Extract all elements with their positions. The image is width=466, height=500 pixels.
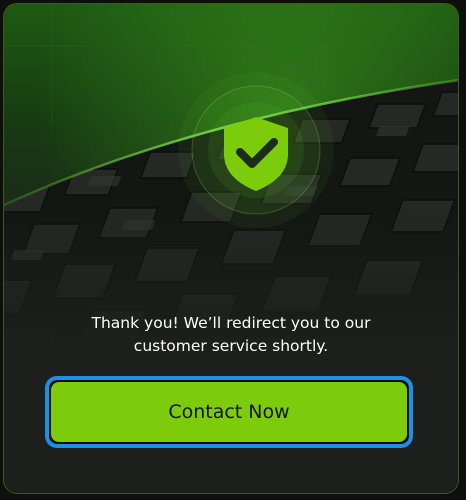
message-line-2: customer service shortly. <box>133 337 329 355</box>
contact-now-label: Contact Now <box>168 401 290 423</box>
confirmation-message: Thank you! We’ll redirect you to our cus… <box>4 312 458 358</box>
shield-check-icon <box>176 70 336 230</box>
message-line-1: Thank you! We’ll redirect you to our <box>91 314 371 332</box>
contact-now-button-face[interactable]: Contact Now <box>51 382 407 442</box>
confirmation-dialog: Thank you! We’ll redirect you to our cus… <box>3 3 459 494</box>
contact-now-button[interactable]: Contact Now <box>45 376 413 448</box>
